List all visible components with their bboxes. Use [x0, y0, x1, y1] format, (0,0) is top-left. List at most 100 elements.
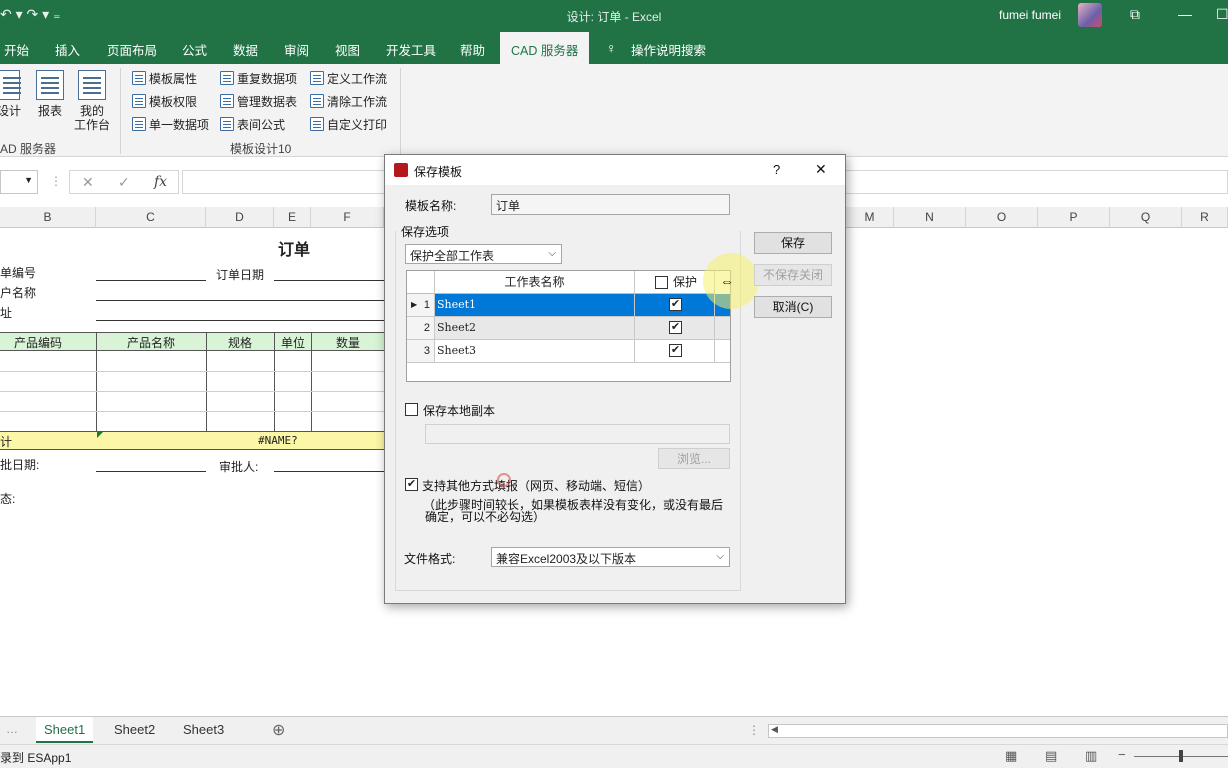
column-header-c[interactable]: C [96, 207, 206, 228]
address-line [96, 320, 384, 321]
maximize-button[interactable]: ☐ [1216, 6, 1228, 23]
protect-cell[interactable]: ✔ [635, 340, 715, 362]
sheet-name-cell[interactable]: Sheet1 [435, 294, 635, 316]
clear-workflow-button[interactable]: 清除工作流 [310, 91, 387, 111]
template-name-label: 模板名称: [405, 199, 457, 213]
workspace-label-1: 我的 [79, 104, 104, 118]
status-bar: 录到 ESApp1 ▦ ▤ ▥ − [0, 744, 1228, 768]
save-button[interactable]: 保存 [754, 232, 832, 254]
cancel-button[interactable]: 取消(C) [754, 296, 832, 318]
sheet-tab-sheet1[interactable]: Sheet1 [36, 717, 94, 743]
table-row[interactable]: ▶ 1 Sheet1 ✔ [407, 294, 730, 317]
row-number: 2 [407, 317, 435, 339]
protect-cell[interactable]: ✔ [635, 294, 715, 316]
protect-checkbox[interactable]: ✔ [669, 321, 682, 334]
normal-view-icon[interactable]: ▦ [1005, 748, 1017, 764]
name-box[interactable]: ▼ [0, 170, 38, 194]
cross-table-formula-button[interactable]: 表间公式 [220, 114, 285, 134]
protect-header-label: 保护 [673, 275, 698, 289]
cancel-icon[interactable]: ✕ [82, 174, 94, 191]
row-number: 3 [407, 340, 435, 362]
tab-review[interactable]: 审阅 [284, 40, 309, 59]
close-icon[interactable]: ✕ [815, 161, 827, 178]
column-header-d[interactable]: D [206, 207, 274, 228]
row-number: ▶ 1 [407, 294, 435, 316]
sheet-title: 订单 [278, 242, 311, 259]
close-without-save-button[interactable]: 不保存关闭 [754, 264, 832, 286]
column-header-r[interactable]: R [1182, 207, 1228, 228]
page-break-view-icon[interactable]: ▥ [1085, 748, 1097, 764]
other-fill-checkbox[interactable]: ✔ [405, 478, 418, 491]
column-header-p[interactable]: P [1038, 207, 1110, 228]
template-properties-label: 模板属性 [149, 71, 198, 86]
sheet-tab-sheet2[interactable]: Sheet2 [106, 717, 163, 743]
column-header-o[interactable]: O [966, 207, 1038, 228]
enter-icon[interactable]: ✓ [118, 174, 130, 191]
workspace-icon [78, 70, 106, 100]
template-permissions-button[interactable]: 模板权限 [132, 91, 197, 111]
group-label-template-design: 模板设计10 [230, 142, 292, 156]
tab-view[interactable]: 视图 [335, 40, 360, 59]
template-name-input[interactable]: 订单 [491, 194, 730, 215]
workspace-button[interactable]: 我的 工作台 [72, 70, 112, 132]
sheet-name-cell[interactable]: Sheet3 [435, 340, 635, 362]
column-header-q[interactable]: Q [1110, 207, 1182, 228]
avatar[interactable] [1078, 3, 1102, 27]
sheet-name-cell[interactable]: Sheet2 [435, 317, 635, 339]
protect-all-checkbox[interactable] [655, 276, 668, 289]
grid-line [0, 391, 384, 392]
table-header-unit: 单位 [281, 336, 306, 350]
tell-me-search[interactable]: 操作说明搜索 [631, 40, 706, 59]
template-properties-button[interactable]: 模板属性 [132, 68, 197, 88]
column-header-f[interactable]: F [311, 207, 384, 228]
table-row[interactable]: 3 Sheet3 ✔ [407, 340, 730, 363]
column-header-b[interactable]: B [0, 207, 96, 228]
design-button[interactable]: 设计 [0, 70, 22, 118]
user-name[interactable]: fumei fumei [999, 8, 1061, 22]
table-row[interactable]: 2 Sheet2 ✔ [407, 317, 730, 340]
tab-data[interactable]: 数据 [233, 40, 258, 59]
column-header-n[interactable]: N [894, 207, 966, 228]
tab-developer[interactable]: 开发工具 [386, 40, 436, 59]
sheet-tab-sheet3[interactable]: Sheet3 [175, 717, 232, 743]
design-icon [0, 70, 21, 100]
formula-bar-grip-icon: ⋮ [50, 174, 62, 188]
add-sheet-icon[interactable]: ⊕ [272, 720, 285, 740]
local-copy-checkbox[interactable] [405, 403, 418, 416]
zoom-out-icon[interactable]: − [1118, 747, 1126, 762]
protect-mode-select[interactable]: 保护全部工作表 ⌵ [405, 244, 562, 264]
tab-page-layout[interactable]: 页面布局 [107, 40, 157, 59]
page-layout-view-icon[interactable]: ▤ [1045, 748, 1057, 764]
clear-workflow-icon [310, 94, 324, 108]
ribbon-display-icon[interactable]: ⧉ [1130, 6, 1140, 23]
tab-formulas[interactable]: 公式 [182, 40, 207, 59]
report-button[interactable]: 报表 [34, 70, 66, 118]
single-data-item-button[interactable]: 单一数据项 [132, 114, 209, 134]
manage-table-icon [220, 94, 234, 108]
manage-data-table-button[interactable]: 管理数据表 [220, 91, 297, 111]
horizontal-scrollbar[interactable]: ◀ [768, 724, 1228, 738]
column-header-e[interactable]: E [274, 207, 311, 228]
protect-cell[interactable]: ✔ [635, 317, 715, 339]
local-copy-path-input[interactable] [425, 424, 730, 444]
total-row [0, 431, 384, 450]
tab-home[interactable]: 开始 [4, 40, 29, 59]
tab-help[interactable]: 帮助 [460, 40, 485, 59]
tab-insert[interactable]: 插入 [55, 40, 80, 59]
ribbon: 设计 报表 我的 工作台 AD 服务器 模板属性 模板权限 单一数据项 重复数据… [0, 64, 1228, 157]
scroll-left-icon[interactable]: ◀ [771, 724, 778, 735]
minimize-button[interactable]: — [1178, 6, 1192, 22]
define-workflow-button[interactable]: 定义工作流 [310, 68, 387, 88]
insert-function-icon[interactable]: fx [154, 174, 167, 190]
protect-checkbox[interactable]: ✔ [669, 298, 682, 311]
protect-checkbox[interactable]: ✔ [669, 344, 682, 357]
custom-print-button[interactable]: 自定义打印 [310, 114, 387, 134]
column-header-m[interactable]: M [846, 207, 894, 228]
help-button[interactable]: ? [773, 162, 780, 177]
tab-cad-server[interactable]: CAD 服务器 [500, 32, 590, 64]
file-format-select[interactable]: 兼容Excel2003及以下版本 ⌵ [491, 547, 730, 567]
zoom-slider-thumb[interactable] [1179, 750, 1183, 762]
repeat-data-item-button[interactable]: 重复数据项 [220, 68, 297, 88]
browse-button[interactable]: 浏览... [658, 448, 730, 469]
repeat-data-item-label: 重复数据项 [237, 71, 298, 86]
